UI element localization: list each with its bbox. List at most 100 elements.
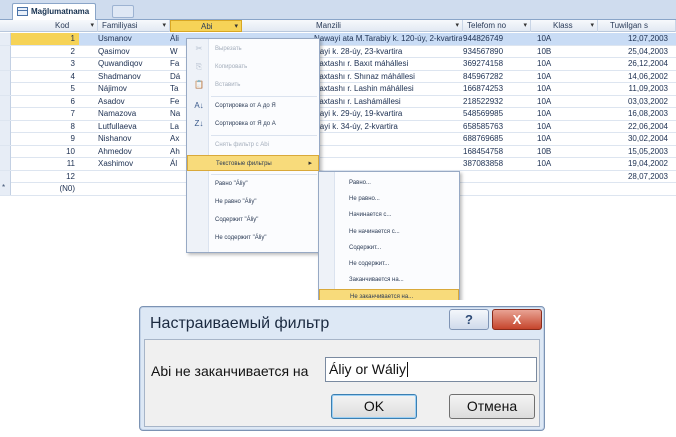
cell-tug[interactable]: 26,12,2004	[598, 58, 676, 70]
cell-fam[interactable]: Ahmedov	[98, 146, 170, 158]
cell-kod[interactable]: 4	[11, 71, 79, 83]
dropdown-arrow-icon[interactable]: ▾	[523, 20, 527, 32]
cell-tel[interactable]: 218522932	[463, 96, 531, 108]
row-selector[interactable]	[0, 45, 11, 58]
cell-tug[interactable]: 19,04,2002	[598, 158, 676, 170]
filter-value-input[interactable]: Áliy or Wáliy	[325, 357, 537, 382]
cell-tug[interactable]	[598, 183, 676, 195]
cell-tel[interactable]: 934567890	[463, 46, 531, 58]
cell-tel[interactable]: 845967282	[463, 71, 531, 83]
dropdown-arrow-icon[interactable]: ▾	[90, 20, 94, 32]
cell-kla[interactable]: 10A	[531, 96, 599, 108]
menu-item[interactable]: ✂ Вырезать	[187, 41, 319, 57]
table-row[interactable]: 4 Shadmanov Dá Paxtashı r. Shınaz máhállesi…	[0, 70, 676, 83]
cell-fam[interactable]: Nájimov	[98, 83, 170, 95]
submenu-item[interactable]: Начинается с...	[319, 208, 459, 223]
cell-kla[interactable]: 10A	[531, 58, 599, 70]
cell-fam[interactable]	[98, 183, 170, 195]
menu-item[interactable]: Не содержит "Áliy"	[187, 230, 319, 246]
cell-man[interactable]: Paxtashı r. Baxıt máhállesi	[314, 58, 462, 70]
cell-kod[interactable]: 10	[11, 146, 79, 158]
table-row[interactable]: 11 Xashimov Ál 387083858 10A 19,04,2002	[0, 158, 676, 171]
cell-tug[interactable]: 28,07,2003	[598, 171, 676, 183]
cell-man[interactable]: Nawayi ata M.Tarabiy k. 120-úy, 2-kvarti…	[314, 33, 462, 45]
cell-man[interactable]: wayi k. 34-úy, 2-kvartira	[314, 121, 462, 133]
table-row[interactable]: 1 Usmanov Áli Nawayi ata M.Tarabiy k. 120-ú…	[0, 33, 676, 46]
row-selector[interactable]	[0, 33, 11, 45]
cell-man[interactable]: wayi k. 28-úy, 23-kvartira	[314, 46, 462, 58]
header-klass[interactable]: Klass ▾	[531, 20, 598, 32]
cell-fam[interactable]: Asadov	[98, 96, 170, 108]
row-selector[interactable]	[0, 133, 11, 145]
cell-kla[interactable]: 10A	[531, 33, 599, 45]
cell-man[interactable]: Paxtashı r. Lashin máhállesi	[314, 83, 462, 95]
table-row[interactable]: 10 Ahmedov Ah 168454758 10B 15,05,2003	[0, 145, 676, 158]
header-tuwilgan[interactable]: Tuwilgan s	[598, 20, 676, 32]
row-selector[interactable]	[0, 83, 11, 95]
cell-kod[interactable]: 2	[11, 46, 79, 58]
cell-man[interactable]: wayi k. 29-úy, 19-kvartira	[314, 108, 462, 120]
menu-item[interactable]: Снять фильтр с Abi	[187, 137, 319, 153]
header-abi[interactable]: Abi ▾	[170, 20, 242, 32]
menu-item[interactable]: Содержит "Áliy"	[187, 212, 319, 228]
ok-button[interactable]: OK	[331, 394, 417, 419]
table-row[interactable]: 9 Nishanov Ax 688769685 10A 30,02,2004	[0, 133, 676, 146]
table-row[interactable]: 3 Quwandiqov Fa Paxtashı r. Baxıt máhállesi…	[0, 58, 676, 71]
cell-tel[interactable]: 944826749	[463, 33, 531, 45]
cell-kod[interactable]: 12	[11, 171, 79, 183]
cell-man[interactable]	[314, 146, 462, 158]
cell-tel[interactable]: 369274158	[463, 58, 531, 70]
cell-tug[interactable]: 14,06,2002	[598, 71, 676, 83]
row-selector[interactable]	[0, 95, 11, 108]
menu-item[interactable]: Не равно "Áliy"	[187, 194, 319, 210]
submenu-item[interactable]: Заканчивается на...	[319, 273, 459, 288]
dropdown-arrow-icon[interactable]: ▾	[234, 21, 238, 31]
cell-kod[interactable]: 11	[11, 158, 79, 170]
menu-item[interactable]: Равно "Áliy"	[187, 176, 319, 192]
cell-tel[interactable]	[463, 171, 531, 183]
cell-tel[interactable]: 168454758	[463, 146, 531, 158]
cell-fam[interactable]	[98, 171, 170, 183]
cell-tug[interactable]: 30,02,2004	[598, 133, 676, 145]
header-manzili[interactable]: Manzili ▾	[242, 20, 463, 32]
cell-kod[interactable]: 1	[11, 33, 79, 45]
cancel-button[interactable]: Отмена	[449, 394, 535, 419]
table-row[interactable]: 7 Namazova Na wayi k. 29-úy, 19-kvartira 548…	[0, 108, 676, 121]
header-telefom[interactable]: Telefom no ▾	[463, 20, 531, 32]
cell-kla[interactable]: 10A	[531, 108, 599, 120]
menu-item[interactable]: Текстовые фильтры ▸	[187, 155, 319, 171]
table-row[interactable]: 2 Qasimov Wwayi k. 28-úy, 23-kvartira 93456…	[0, 45, 676, 58]
cell-kod[interactable]: (N0)	[11, 183, 79, 195]
row-selector[interactable]	[0, 108, 11, 120]
submenu-item[interactable]: Не равно...	[319, 192, 459, 207]
cell-kla[interactable]: 10A	[531, 71, 599, 83]
cell-tug[interactable]: 11,09,2003	[598, 83, 676, 95]
cell-tug[interactable]: 12,07,2003	[598, 33, 676, 45]
menu-item[interactable]: 📋 Вставить	[187, 77, 319, 93]
table-row[interactable]: 6 Asadov Fe Paxtashı r. Lashámállesi 2185229…	[0, 95, 676, 108]
cell-kod[interactable]: 3	[11, 58, 79, 70]
cell-tel[interactable]: 387083858	[463, 158, 531, 170]
cell-tel[interactable]: 688769685	[463, 133, 531, 145]
cell-man[interactable]: Paxtashı r. Lashámállesi	[314, 96, 462, 108]
cell-kla[interactable]: 10A	[531, 133, 599, 145]
menu-item[interactable]: A↓ Сортировка от А до Я	[187, 98, 319, 114]
cell-kla[interactable]: 10A	[531, 83, 599, 95]
submenu-item[interactable]: Не заканчивается на...	[319, 289, 459, 300]
row-selector[interactable]: *	[0, 183, 11, 195]
table-row[interactable]: 8 Lutfullaeva La wayi k. 34-úy, 2-kvartira 6…	[0, 120, 676, 133]
header-familiyasi[interactable]: Familiyasi ▾	[98, 20, 170, 32]
cell-kla[interactable]: 10A	[531, 158, 599, 170]
cell-kla[interactable]: 10A	[531, 121, 599, 133]
tab-magliwmatnama[interactable]: Mağlumatnama	[12, 3, 97, 20]
close-button[interactable]: X	[492, 309, 542, 330]
cell-fam[interactable]: Shadmanov	[98, 71, 170, 83]
cell-kla[interactable]: 10B	[531, 46, 599, 58]
cell-kod[interactable]: 6	[11, 96, 79, 108]
dropdown-arrow-icon[interactable]: ▾	[590, 20, 594, 32]
cell-fam[interactable]: Quwandiqov	[98, 58, 170, 70]
cell-fam[interactable]: Nishanov	[98, 133, 170, 145]
cell-fam[interactable]: Lutfullaeva	[98, 121, 170, 133]
cell-fam[interactable]: Qasimov	[98, 46, 170, 58]
cell-fam[interactable]: Xashimov	[98, 158, 170, 170]
